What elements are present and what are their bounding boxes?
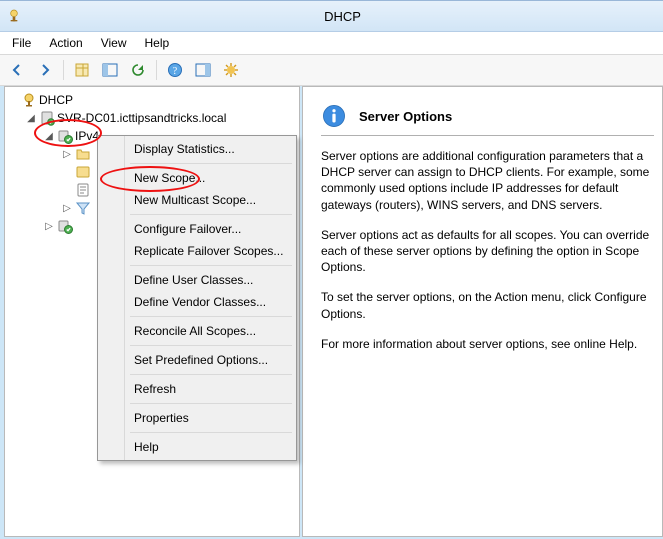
options-icon xyxy=(75,164,91,180)
details-heading: Server Options xyxy=(359,109,452,124)
menu-display-statistics[interactable]: Display Statistics... xyxy=(100,138,294,160)
expander-icon[interactable]: ◢ xyxy=(25,112,37,124)
divider xyxy=(321,135,654,136)
manage-authorized-servers-button[interactable] xyxy=(218,57,244,83)
tree-node-label: IPv4 xyxy=(75,129,99,143)
expander-icon[interactable]: ▷ xyxy=(61,202,73,214)
details-pane: Server Options Server options are additi… xyxy=(302,86,663,537)
menu-separator xyxy=(130,345,292,346)
nav-back-button[interactable] xyxy=(4,57,30,83)
menu-define-vendor-classes[interactable]: Define Vendor Classes... xyxy=(100,291,294,313)
tree-node-label: SVR-DC01.icttipsandtricks.local xyxy=(57,111,226,125)
menu-new-multicast-scope[interactable]: New Multicast Scope... xyxy=(100,189,294,211)
add-remove-columns-button[interactable] xyxy=(69,57,95,83)
menu-view[interactable]: View xyxy=(93,34,135,52)
toolbar-separator xyxy=(63,60,64,80)
refresh-button[interactable] xyxy=(125,57,151,83)
tree-node-label: DHCP xyxy=(39,93,73,107)
menu-separator xyxy=(130,265,292,266)
show-hide-console-tree-button[interactable] xyxy=(97,57,123,83)
menu-file[interactable]: File xyxy=(4,34,39,52)
tree-node-server[interactable]: ◢ SVR-DC01.icttipsandtricks.local xyxy=(7,109,297,127)
menu-define-user-classes[interactable]: Define User Classes... xyxy=(100,269,294,291)
ipv4-icon xyxy=(57,128,73,144)
dhcp-root-icon xyxy=(21,92,37,108)
policies-icon xyxy=(75,182,91,198)
menu-configure-failover[interactable]: Configure Failover... xyxy=(100,218,294,240)
dhcp-app-icon xyxy=(6,8,22,24)
expander-icon[interactable]: ◢ xyxy=(43,130,55,142)
menu-separator xyxy=(130,316,292,317)
svg-text:?: ? xyxy=(173,66,178,77)
menu-help[interactable]: Help xyxy=(100,436,294,458)
menu-help[interactable]: Help xyxy=(137,34,178,52)
show-hide-action-pane-button[interactable] xyxy=(190,57,216,83)
details-paragraph: To set the server options, on the Action… xyxy=(321,289,654,321)
details-paragraph: For more information about server option… xyxy=(321,336,654,352)
help-button[interactable]: ? xyxy=(162,57,188,83)
menu-refresh[interactable]: Refresh xyxy=(100,378,294,400)
toolbar: ? xyxy=(0,55,663,86)
toolbar-separator xyxy=(156,60,157,80)
menu-separator xyxy=(130,163,292,164)
menu-separator xyxy=(130,214,292,215)
title-bar: DHCP xyxy=(0,1,663,32)
details-body: Server options are additional configurat… xyxy=(321,148,654,352)
folder-icon xyxy=(75,146,91,162)
info-icon xyxy=(321,103,347,129)
menu-action[interactable]: Action xyxy=(41,34,90,52)
details-paragraph: Server options act as defaults for all s… xyxy=(321,227,654,276)
context-menu: Display Statistics... New Scope... New M… xyxy=(97,135,297,461)
menu-properties[interactable]: Properties xyxy=(100,407,294,429)
menu-separator xyxy=(130,403,292,404)
nav-forward-button[interactable] xyxy=(32,57,58,83)
menu-set-predefined-options[interactable]: Set Predefined Options... xyxy=(100,349,294,371)
filters-icon xyxy=(75,200,91,216)
expander-icon[interactable]: ▷ xyxy=(43,220,55,232)
menu-separator xyxy=(130,374,292,375)
expander-icon[interactable]: ▷ xyxy=(61,148,73,160)
tree-node-dhcp-root[interactable]: DHCP xyxy=(7,91,297,109)
details-paragraph: Server options are additional configurat… xyxy=(321,148,654,213)
menu-replicate-failover[interactable]: Replicate Failover Scopes... xyxy=(100,240,294,262)
window-title: DHCP xyxy=(28,9,657,24)
server-icon xyxy=(39,110,55,126)
menu-new-scope[interactable]: New Scope... xyxy=(100,167,294,189)
ipv6-icon xyxy=(57,218,73,234)
menu-reconcile-all-scopes[interactable]: Reconcile All Scopes... xyxy=(100,320,294,342)
menu-bar: File Action View Help xyxy=(0,32,663,55)
menu-separator xyxy=(130,432,292,433)
